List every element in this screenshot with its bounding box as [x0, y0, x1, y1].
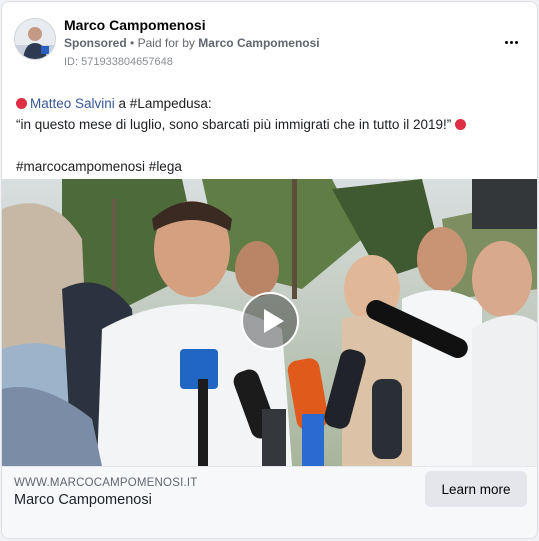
avatar-image [15, 19, 55, 59]
play-icon[interactable] [241, 292, 299, 350]
post-body: Matteo Salvini a #Lampedusa: “in questo … [16, 93, 523, 177]
mention-link[interactable]: Matteo Salvini [30, 96, 115, 111]
body-line-1-rest: a #Lampedusa: [114, 96, 212, 111]
sponsored-label: Sponsored [64, 36, 127, 50]
separator: • [130, 36, 135, 50]
more-horizontal-icon [504, 40, 508, 44]
red-circle-icon [454, 119, 466, 130]
page-name[interactable]: Marco Campomenosi [64, 17, 206, 33]
post-header: Marco Campomenosi Sponsored • Paid for b… [2, 2, 537, 80]
link-preview[interactable]: WWW.MARCOCAMPOMENOSI.IT Marco Campomenos… [2, 466, 537, 538]
link-domain: WWW.MARCOCAMPOMENOSI.IT [14, 477, 198, 489]
ad-id: ID: 571933804657648 [64, 56, 173, 68]
red-circle-icon [16, 98, 27, 109]
more-options-button[interactable] [497, 30, 525, 54]
body-line-1: Matteo Salvini a #Lampedusa: [16, 93, 523, 114]
hashtags[interactable]: #marcocampomenosi #lega [16, 156, 523, 177]
more-horizontal-icon-dot [514, 40, 518, 44]
ad-card: Marco Campomenosi Sponsored • Paid for b… [1, 1, 538, 539]
body-quote: “in questo mese di luglio, sono sbarcati… [16, 117, 452, 132]
learn-more-button[interactable]: Learn more [425, 471, 527, 507]
paid-for-name: Marco Campomenosi [198, 36, 320, 50]
paid-for-prefix: Paid for by [137, 36, 195, 50]
link-title: Marco Campomenosi [14, 492, 152, 508]
sponsored-line: Sponsored • Paid for by Marco Campomenos… [64, 36, 320, 50]
body-line-2: “in questo mese di luglio, sono sbarcati… [16, 114, 523, 135]
page-avatar[interactable] [14, 18, 56, 60]
more-horizontal-icon-dot [509, 40, 513, 44]
